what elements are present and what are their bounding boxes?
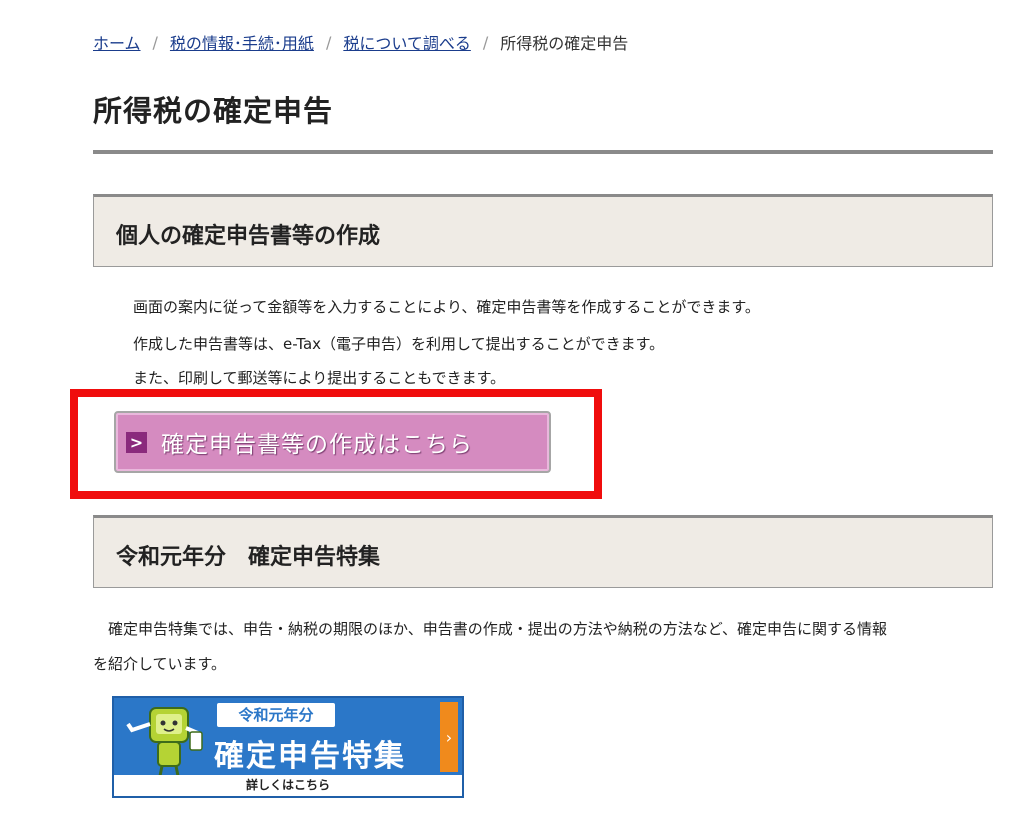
- chevron-right-icon: ›: [440, 702, 458, 772]
- breadcrumb-tax-info-link[interactable]: 税の情報･手続･用紙: [170, 30, 314, 54]
- breadcrumb-separator: /: [482, 32, 489, 52]
- section1-text-line: 画面の案内に従って金額等を入力することにより、確定申告書等を作成することができま…: [133, 298, 760, 316]
- banner-main-label: 確定申告特集: [214, 739, 406, 774]
- breadcrumb: ホーム / 税の情報･手続･用紙 / 税について調べる / 所得税の確定申告: [93, 30, 628, 54]
- breadcrumb-research-link[interactable]: 税について調べる: [343, 30, 471, 54]
- section-header-special-feature: 令和元年分 確定申告特集: [93, 515, 993, 588]
- breadcrumb-home-link[interactable]: ホーム: [93, 30, 141, 54]
- create-return-button-label: 確定申告書等の作成はこちら: [161, 432, 473, 458]
- section1-text-line: また、印刷して郵送等により提出することもできます。: [133, 369, 506, 387]
- section-heading: 個人の確定申告書等の作成: [116, 224, 381, 249]
- section-header-create-return: 個人の確定申告書等の作成: [93, 194, 993, 267]
- section2-text-line: 確定申告特集では、申告・納税の期限のほか、申告書の作成・提出の方法や納税の方法な…: [93, 620, 887, 638]
- section-heading: 令和元年分 確定申告特集: [116, 545, 381, 570]
- section1-text-line: 作成した申告書等は、e-Tax（電子申告）を利用して提出することができます。: [133, 335, 665, 353]
- page-title: 所得税の確定申告: [93, 94, 334, 128]
- mascot-icon: [126, 707, 203, 777]
- special-feature-banner[interactable]: 令和元年分 確定申告特集 › 詳しくはこちら: [112, 696, 464, 798]
- breadcrumb-current: 所得税の確定申告: [500, 34, 629, 53]
- banner-year-label: 令和元年分: [217, 703, 335, 727]
- breadcrumb-separator: /: [325, 32, 332, 52]
- breadcrumb-separator: /: [152, 32, 158, 52]
- title-divider: [93, 150, 993, 154]
- chevron-right-icon: >: [126, 431, 147, 453]
- section2-text-line: を紹介しています。: [93, 655, 227, 673]
- banner-detail-label: 詳しくはこちら: [114, 775, 462, 796]
- create-return-button[interactable]: > 確定申告書等の作成はこちら: [114, 411, 551, 473]
